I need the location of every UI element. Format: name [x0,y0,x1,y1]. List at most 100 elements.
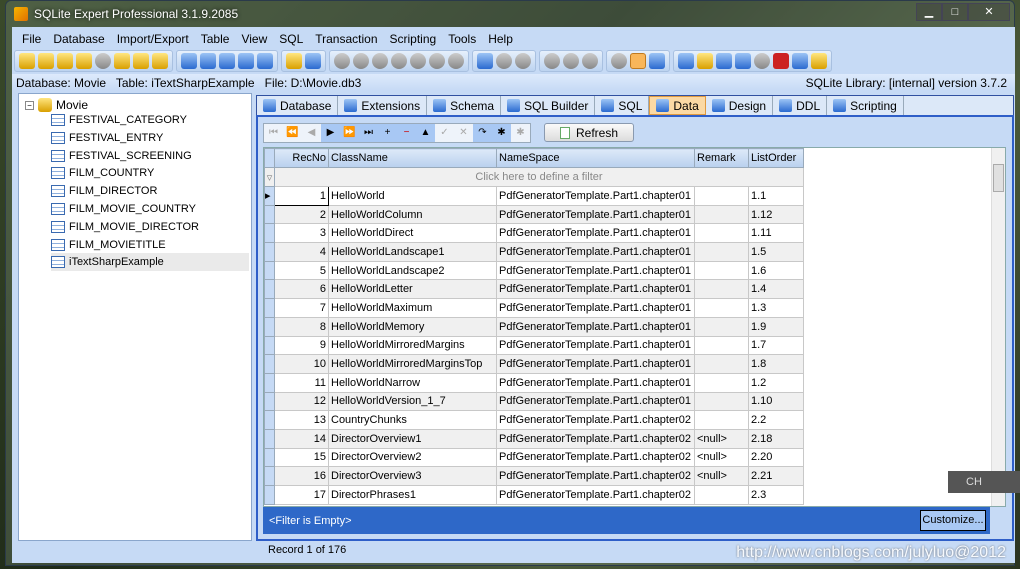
toolbar-button-icon[interactable] [544,53,560,69]
table-row[interactable]: 13 CountryChunks PdfGeneratorTemplate.Part… [264,410,804,430]
cell-recno[interactable]: 11 [274,372,329,393]
cell-classname[interactable]: HelloWorldColumn [328,204,497,225]
cell-namespace[interactable]: PdfGeneratorTemplate.Part1.chapter01 [496,260,695,281]
cell-namespace[interactable]: PdfGeneratorTemplate.Part1.chapter01 [496,204,695,225]
cell-recno[interactable]: 1 [274,186,329,206]
menu-file[interactable]: File [16,29,47,49]
nav-cancel-updates-button[interactable]: ✱ [511,124,530,142]
cell-listorder[interactable]: 2.2 [748,410,804,430]
nav-refresh-button[interactable]: ↷ [473,124,492,142]
toolbar-button-icon[interactable] [448,53,464,69]
cell-recno[interactable]: 12 [274,391,329,412]
nav-next-button[interactable]: ▶ [321,124,340,142]
cell-namespace[interactable]: PdfGeneratorTemplate.Part1.chapter01 [496,279,695,300]
tab-schema[interactable]: Schema [427,96,502,115]
column-header-classname[interactable]: ClassName [328,148,497,168]
toolbar-button-icon[interactable] [773,53,789,69]
cell-listorder[interactable]: 1.5 [748,242,804,262]
tree-item-film_movietitle[interactable]: FILM_MOVIETITLE [51,236,172,254]
cell-remark[interactable] [694,410,749,430]
nav-cancel-button[interactable]: ✕ [454,124,473,142]
cell-namespace[interactable]: PdfGeneratorTemplate.Part1.chapter01 [496,242,695,262]
toolbar-button-icon[interactable] [582,53,598,69]
cell-recno[interactable]: 13 [274,410,329,430]
customize-button[interactable]: Customize... [920,510,986,531]
toolbar-button-icon[interactable] [219,53,235,69]
cell-remark[interactable] [694,354,749,374]
column-header-remark[interactable]: Remark [694,148,749,168]
cell-listorder[interactable]: 2.21 [748,466,804,486]
cell-remark[interactable] [694,335,749,356]
cell-namespace[interactable]: PdfGeneratorTemplate.Part1.chapter02 [496,466,695,486]
nav-next-page-button[interactable]: ⏩ [340,124,359,142]
cell-listorder[interactable]: 1.2 [748,372,804,393]
table-row[interactable]: ▸ 1 HelloWorld PdfGeneratorTemplate.Part1.c… [264,186,804,206]
toolbar-button-icon[interactable] [334,53,350,69]
cell-recno[interactable]: 4 [274,242,329,262]
cell-namespace[interactable]: PdfGeneratorTemplate.Part1.chapter01 [496,316,695,337]
toolbar-button-icon[interactable] [477,53,493,69]
filter-row[interactable]: ▿ Click here to define a filter [264,167,804,187]
cell-classname[interactable]: HelloWorldMirroredMargins [328,335,497,356]
table-row[interactable]: 6 HelloWorldLetter PdfGeneratorTemplate.Pa… [264,279,804,300]
cell-listorder[interactable]: 1.1 [748,186,804,206]
tab-scripting[interactable]: Scripting [827,96,904,115]
cell-listorder[interactable]: 2.20 [748,447,804,468]
cell-recno[interactable]: 17 [274,485,329,505]
toolbar-button-icon[interactable] [630,53,646,69]
cell-remark[interactable]: <null> [694,428,749,449]
cell-listorder[interactable]: 2.18 [748,428,804,449]
nav-apply-updates-button[interactable]: ✱ [492,124,511,142]
nav-edit-button[interactable]: ▲ [416,124,435,142]
cell-remark[interactable] [694,391,749,412]
toolbar-button-icon[interactable] [735,53,751,69]
nav-delete-button[interactable]: − [397,124,416,142]
tree-item-film_movie_country[interactable]: FILM_MOVIE_COUNTRY [51,200,202,218]
nav-post-button[interactable]: ✓ [435,124,454,142]
table-row[interactable]: 10 HelloWorldMirroredMarginsTop PdfGenerat… [264,354,804,374]
cell-recno[interactable]: 8 [274,316,329,337]
toolbar-button-icon[interactable] [57,53,73,69]
cell-recno[interactable]: 15 [274,447,329,468]
tab-extensions[interactable]: Extensions [338,96,428,115]
table-row[interactable]: 9 HelloWorldMirroredMargins PdfGeneratorTe… [264,335,804,356]
cell-classname[interactable]: DirectorOverview3 [328,466,497,486]
cell-namespace[interactable]: PdfGeneratorTemplate.Part1.chapter02 [496,410,695,430]
cell-classname[interactable]: HelloWorldVersion_1_7 [328,391,497,412]
table-row[interactable]: 8 HelloWorldMemory PdfGeneratorTemplate.Pa… [264,316,804,337]
table-row[interactable]: 3 HelloWorldDirect PdfGeneratorTemplate.Pa… [264,223,804,244]
toolbar-button-icon[interactable] [200,53,216,69]
cell-remark[interactable] [694,485,749,505]
nav-prior-button[interactable]: ◀ [302,124,321,142]
cell-recno[interactable]: 10 [274,354,329,374]
toolbar-button-icon[interactable] [429,53,445,69]
toolbar-button-icon[interactable] [410,53,426,69]
cell-classname[interactable]: CountryChunks [328,410,497,430]
toolbar-button-icon[interactable] [515,53,531,69]
toolbar-button-icon[interactable] [353,53,369,69]
nav-prior-page-button[interactable]: ⏪ [283,124,302,142]
cell-classname[interactable]: DirectorPhrases1 [328,485,497,505]
table-row[interactable]: 12 HelloWorldVersion_1_7 PdfGeneratorTempl… [264,391,804,412]
toolbar-button-icon[interactable] [811,53,827,69]
toolbar-button-icon[interactable] [563,53,579,69]
toolbar-button-icon[interactable] [286,53,302,69]
table-row[interactable]: 11 HelloWorldNarrow PdfGeneratorTemplate.P… [264,372,804,393]
column-header-recno[interactable]: RecNo [274,148,329,168]
toolbar-button-icon[interactable] [716,53,732,69]
vertical-scrollbar[interactable] [991,148,1005,506]
menu-help[interactable]: Help [482,29,519,49]
cell-remark[interactable] [694,186,749,206]
cell-recno[interactable]: 16 [274,466,329,486]
cell-namespace[interactable]: PdfGeneratorTemplate.Part1.chapter01 [496,391,695,412]
cell-classname[interactable]: DirectorOverview2 [328,447,497,468]
toolbar-button-icon[interactable] [697,53,713,69]
toolbar-button-icon[interactable] [391,53,407,69]
table-row[interactable]: 15 DirectorOverview2 PdfGeneratorTemplate.… [264,447,804,468]
toolbar-button-icon[interactable] [133,53,149,69]
cell-namespace[interactable]: PdfGeneratorTemplate.Part1.chapter01 [496,298,695,318]
cell-remark[interactable] [694,279,749,300]
nav-insert-button[interactable]: + [378,124,397,142]
toolbar-button-icon[interactable] [152,53,168,69]
cell-remark[interactable] [694,260,749,281]
